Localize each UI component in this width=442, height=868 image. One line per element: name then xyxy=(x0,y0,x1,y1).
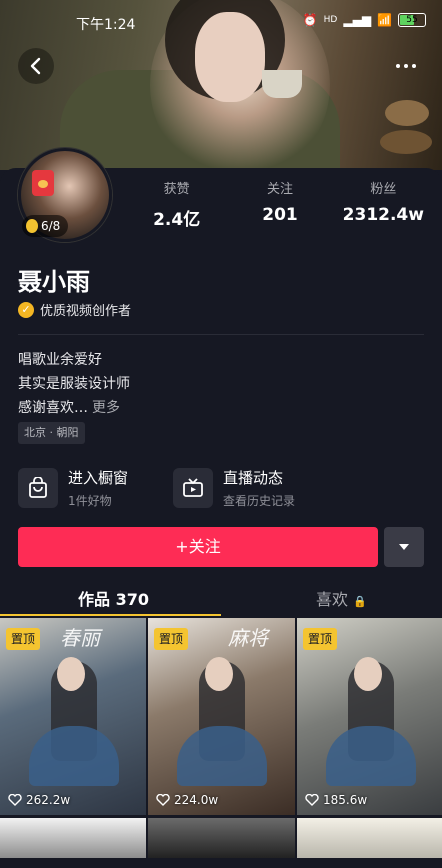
video-thumbnail[interactable] xyxy=(0,817,146,858)
thumbnail-title: 春丽 xyxy=(60,626,100,650)
status-time: 下午1:24 xyxy=(76,17,136,33)
stat-following[interactable]: 关注 201 xyxy=(228,178,331,230)
red-envelope-icon[interactable] xyxy=(32,170,54,196)
thumbnail-title: 麻将 xyxy=(228,626,268,650)
tab-works[interactable]: 作品 370 xyxy=(78,586,149,610)
lock-icon: 🔒 xyxy=(353,595,367,608)
profile-name: 聂小雨 xyxy=(18,268,90,296)
stat-likes[interactable]: 获赞 2.4亿 xyxy=(125,178,228,230)
tv-icon xyxy=(173,468,213,508)
shop-window-entry[interactable]: 进入橱窗 1件好物 xyxy=(18,464,128,512)
pinned-badge: 置顶 xyxy=(154,628,189,650)
bio-more-link[interactable]: 更多 xyxy=(92,400,120,416)
wifi-icon: 📶 xyxy=(377,13,392,27)
stat-followers[interactable]: 粉丝 2312.4w xyxy=(332,178,435,230)
video-like-count: 224.0w xyxy=(156,793,218,807)
network-label: HD xyxy=(323,15,338,25)
tab-likes[interactable]: 喜欢 🔒 xyxy=(316,586,367,610)
location-tag: 北京 · 朝阳 xyxy=(18,422,85,444)
video-thumbnail[interactable]: 置顶 麻将 224.0w xyxy=(148,618,295,815)
chevron-left-icon xyxy=(30,57,41,75)
live-history-entry[interactable]: 直播动态 查看历史记录 xyxy=(173,464,295,512)
more-options-button[interactable] xyxy=(388,52,424,80)
video-grid: 置顶 春丽 262.2w 置顶 麻将 224.0w 置顶 185.6w xyxy=(0,618,442,858)
caret-down-icon xyxy=(399,544,409,550)
check-badge-icon: ✓ xyxy=(18,301,34,318)
tab-indicator xyxy=(0,614,221,616)
heart-icon xyxy=(305,794,319,806)
divider xyxy=(18,334,424,335)
bio[interactable]: 唱歌业余爱好 其实是服装设计师 感谢喜欢… 更多 xyxy=(18,348,130,420)
shopping-bag-icon xyxy=(18,468,58,508)
battery-icon: 55 xyxy=(398,13,426,27)
heart-icon xyxy=(8,794,22,806)
follow-button[interactable]: +关注 xyxy=(18,527,378,567)
back-button[interactable] xyxy=(18,48,54,84)
video-like-count: 185.6w xyxy=(305,793,367,807)
recommend-dropdown-button[interactable] xyxy=(384,527,424,567)
coin-icon xyxy=(26,219,38,233)
video-thumbnail[interactable] xyxy=(297,817,442,858)
signal-icon: ▂▄▆ xyxy=(343,13,372,27)
alarm-icon: ⏰ xyxy=(302,13,318,27)
certification-badge: ✓ 优质视频创作者 xyxy=(18,300,131,319)
video-thumbnail[interactable]: 置顶 春丽 262.2w xyxy=(0,618,146,815)
status-bar: 下午1:24 ⏰ HD ▂▄▆ 📶 55 xyxy=(0,0,442,40)
video-like-count: 262.2w xyxy=(8,793,70,807)
coin-counter[interactable]: 6/8 xyxy=(22,215,69,237)
video-thumbnail[interactable] xyxy=(148,817,295,858)
video-thumbnail[interactable]: 置顶 185.6w xyxy=(297,618,442,815)
pinned-badge: 置顶 xyxy=(6,628,41,650)
tea-cup xyxy=(262,70,302,98)
heart-icon xyxy=(156,794,170,806)
pinned-badge: 置顶 xyxy=(303,628,338,650)
profile-stats: 获赞 2.4亿 关注 201 粉丝 2312.4w xyxy=(125,178,435,230)
content-tabs: 作品 370 喜欢 🔒 xyxy=(0,580,442,616)
